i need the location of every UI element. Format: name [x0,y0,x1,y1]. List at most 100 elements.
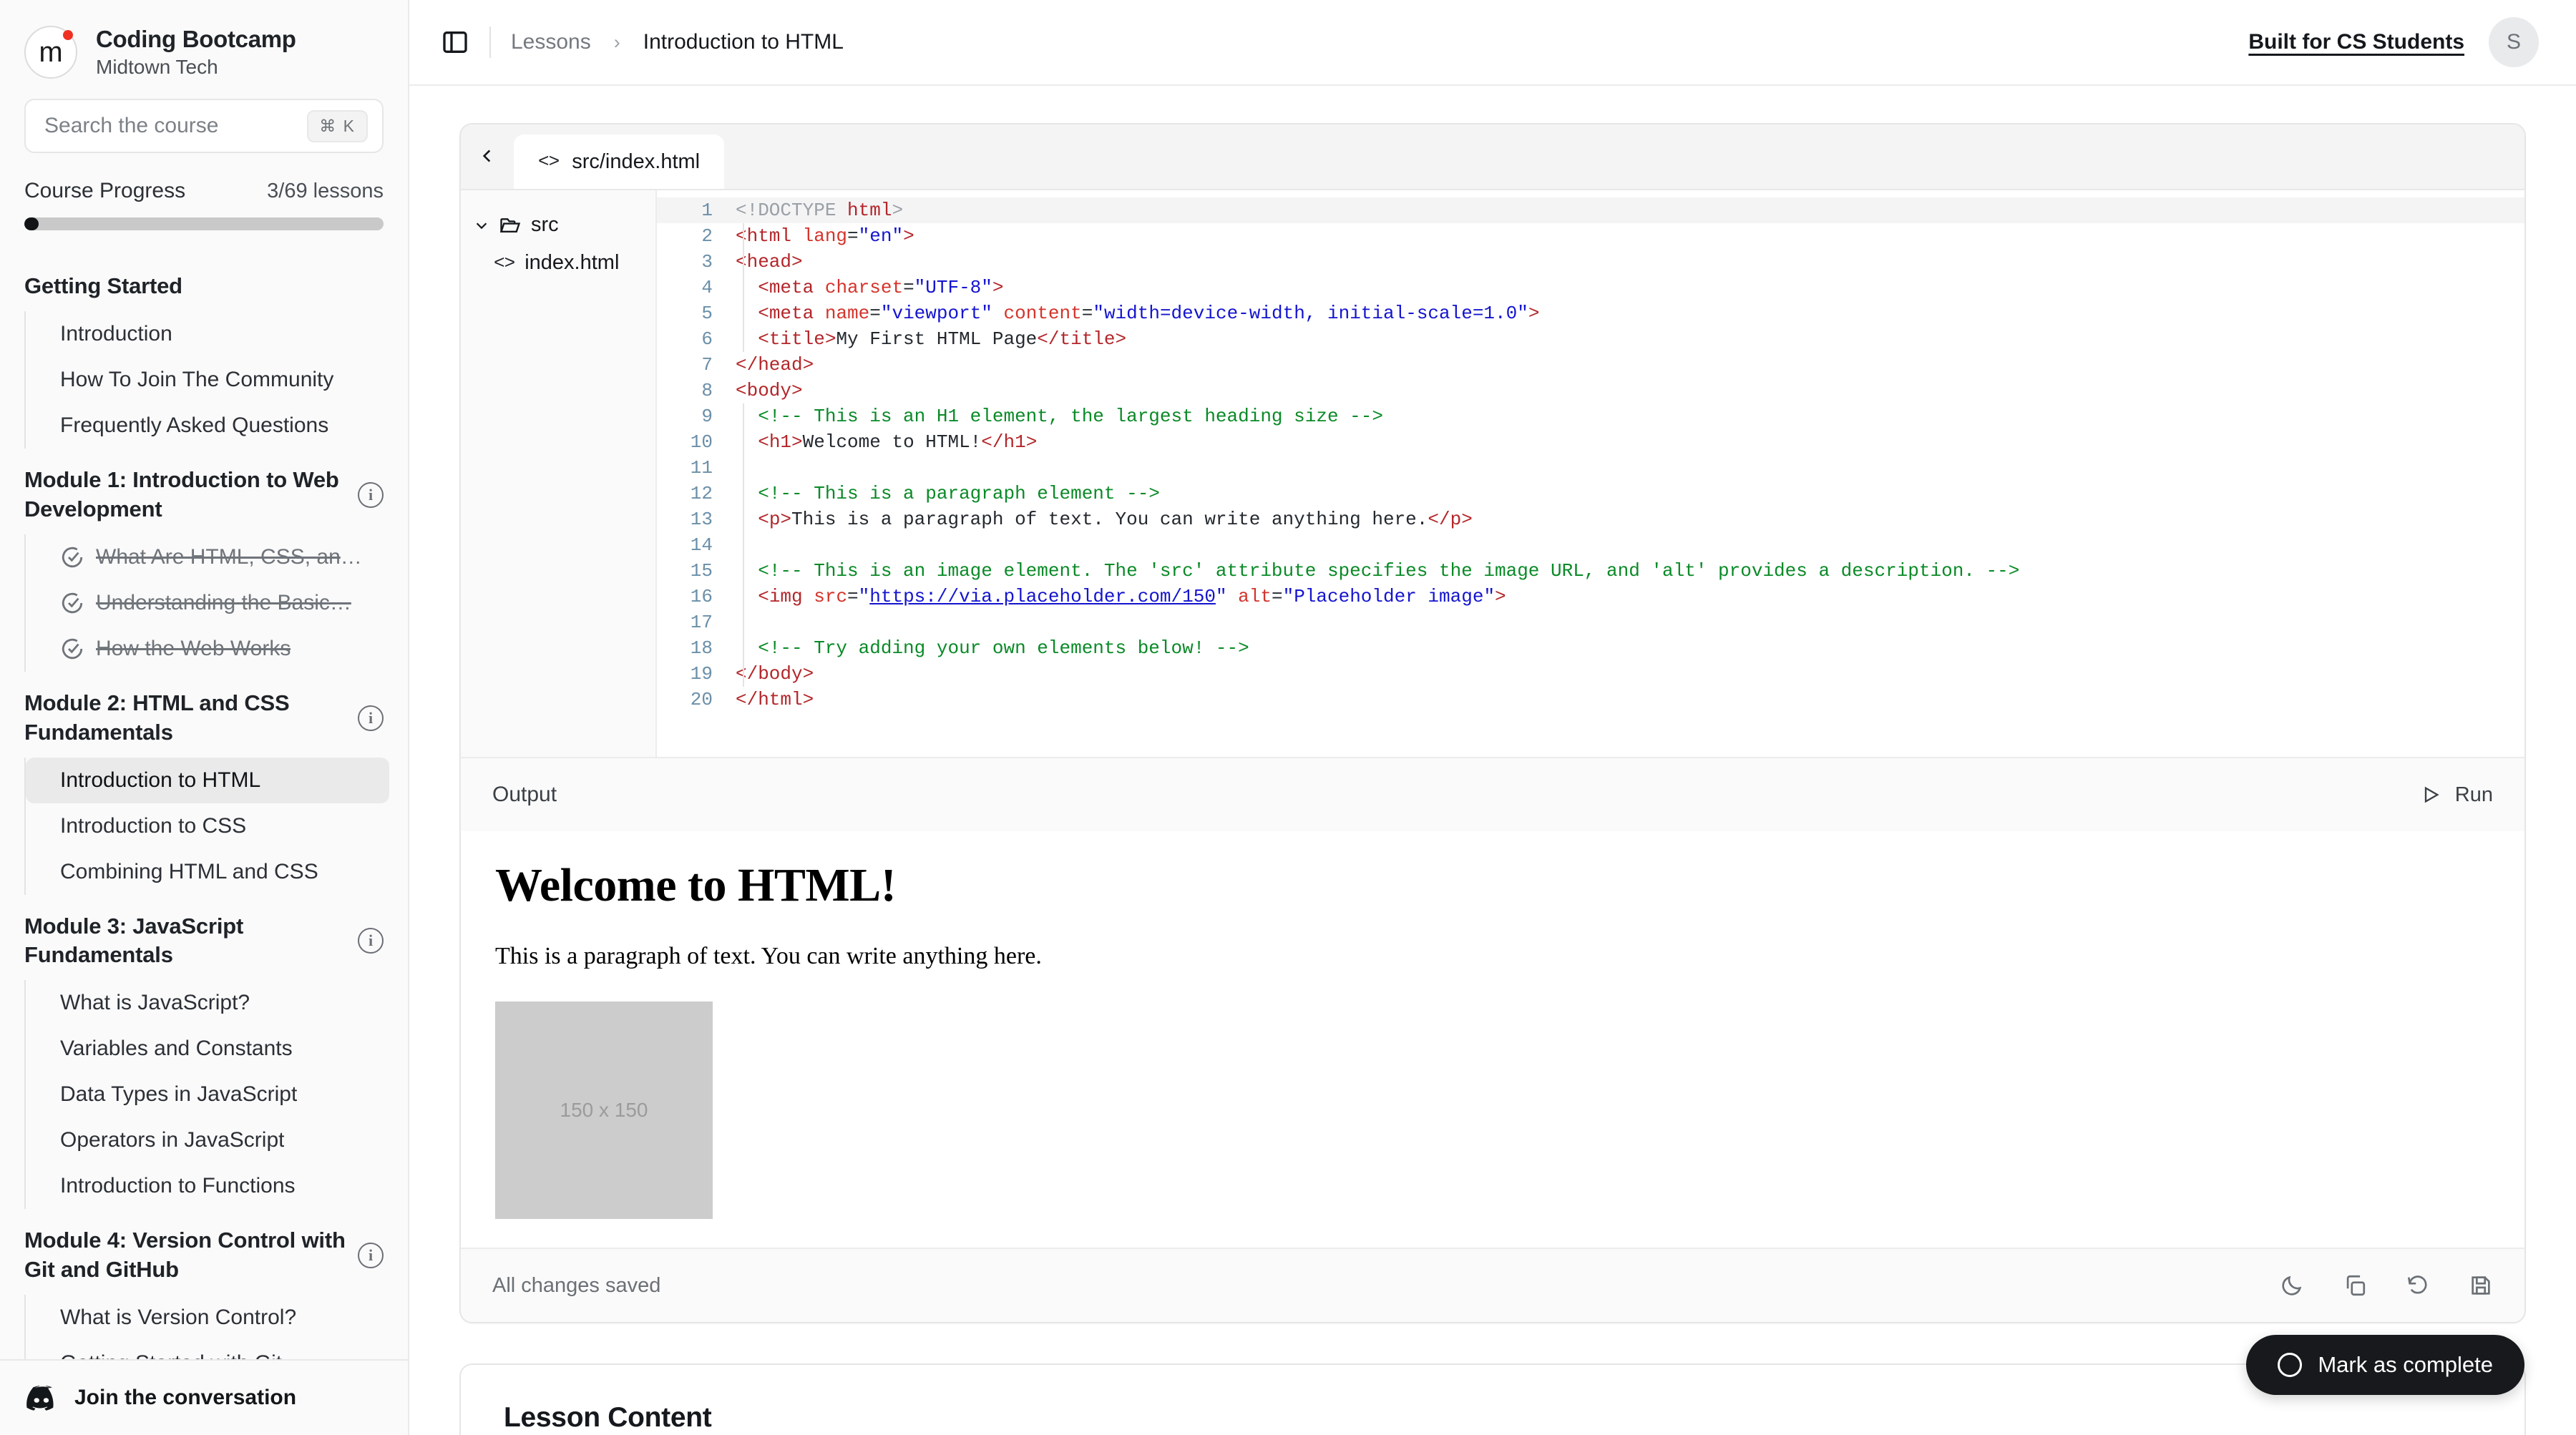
breadcrumb-separator: › [613,31,620,53]
line-number: 16 [690,586,713,607]
code-line: 9 <!-- This is an H1 element, the larges… [657,403,2524,429]
brand-title: Coding Bootcamp [96,26,296,52]
sidebar-item-label: What is Version Control? [60,1306,297,1330]
play-icon [2424,786,2439,803]
code-line-content: <img src="https://via.placeholder.com/15… [758,586,1506,607]
editor-back-button[interactable] [461,124,514,189]
sidebar-item-label: Operators in JavaScript [60,1128,285,1152]
file-tree: src <> index.html [461,190,657,757]
nav-section-header[interactable]: Module 2: HTML and CSS Fundamentals i [0,689,408,748]
sidebar-item-label: How To Join The Community [60,367,334,391]
info-icon[interactable]: i [358,481,384,508]
preview-paragraph: This is a paragraph of text. You can wri… [495,943,1042,969]
mark-as-complete-label: Mark as complete [2318,1352,2493,1377]
search-input[interactable]: Search the course ⌘ K [24,99,384,153]
join-conversation-button[interactable]: Join the conversation [0,1359,408,1435]
sidebar-item-label: Data Types in JavaScript [60,1082,298,1107]
sidebar-item-label: How the Web Works [96,636,291,660]
info-icon[interactable]: i [358,1243,384,1269]
sidebar-item-lesson[interactable]: Understanding the Basic… [26,580,389,626]
sidebar-item-lesson[interactable]: How To Join The Community [26,357,389,403]
sidebar-item-lesson[interactable]: What Are HTML, CSS, and… [26,534,389,580]
sidebar-item-label: Variables and Constants [60,1037,293,1061]
nav-lesson-group: What is JavaScript? Variables and Constan… [24,980,408,1210]
course-navigation: Getting Started Introduction How To Join T… [0,230,408,1435]
copy-icon[interactable] [2343,1273,2367,1298]
sidebar-item-lesson[interactable]: Data Types in JavaScript [26,1072,389,1117]
sidebar-item-lesson[interactable]: What is Version Control? [26,1295,389,1341]
nav-section-header[interactable]: Getting Started [0,272,408,301]
line-number: 8 [701,380,713,401]
code-line: 4 <meta charset="UTF-8"> [657,275,2524,300]
line-number: 15 [690,560,713,582]
sidebar-item-label: Introduction to HTML [60,768,261,792]
code-line-content: <h1>Welcome to HTML!</h1> [758,431,1038,453]
sidebar-item-lesson[interactable]: Combining HTML and CSS [26,849,389,895]
code-line: 19 </body> [657,661,2524,687]
chevron-left-icon [482,150,491,162]
moon-icon[interactable] [2280,1273,2304,1298]
sidebar-item-lesson[interactable]: What is JavaScript? [26,980,389,1026]
sidebar-item-label: Understanding the Basic… [96,590,351,614]
info-icon[interactable]: i [358,705,384,731]
main-area: Lessons › Introduction to HTML Built for… [409,0,2576,1435]
brand-header[interactable]: m Coding Bootcamp Midtown Tech [0,0,408,94]
sidebar-item-lesson[interactable]: Introduction to HTML [26,757,389,803]
brand-subtitle: Midtown Tech [96,56,218,78]
code-text-area[interactable]: 1 <!DOCTYPE html> 2 <html lang="en"> 3 <head>… [657,190,2524,757]
sidebar-item-label: Introduction to CSS [60,813,247,838]
check-circle-icon [62,592,83,613]
sidebar-item-lesson[interactable]: Frequently Asked Questions [26,403,389,449]
code-line: 1 <!DOCTYPE html> [657,197,2524,223]
run-button[interactable]: Run [2421,783,2493,807]
sidebar-item-lesson[interactable]: Operators in JavaScript [26,1117,389,1163]
nav-section-title: Getting Started [24,273,182,298]
sidebar-item-lesson[interactable]: Variables and Constants [26,1026,389,1072]
sidebar-item-lesson[interactable]: Introduction [26,311,389,357]
code-line-content: <title>My First HTML Page</title> [758,328,1127,350]
sidebar-item-lesson[interactable]: Introduction to CSS [26,803,389,849]
breadcrumb-root[interactable]: Lessons [511,30,591,54]
progress-bar [24,217,384,230]
nav-section-title: Module 1: Introduction to Web Developmen… [24,466,339,521]
nav-lesson-group: Introduction How To Join The Community Fre… [24,310,408,449]
nav-section-header[interactable]: Module 4: Version Control with Git and G… [0,1226,408,1285]
mark-as-complete-button[interactable]: Mark as complete [2246,1335,2524,1395]
tab-label: src/index.html [572,150,701,173]
sidebar-item-label: What is JavaScript? [60,991,250,1015]
nav-section-header[interactable]: Module 3: JavaScript Fundamentals i [0,912,408,971]
code-line-content: </body> [736,663,814,685]
tab-src-index-html[interactable]: <> src/index.html [514,134,725,189]
file-tree-file-index-html[interactable]: <> index.html [461,244,655,282]
line-number: 17 [690,612,713,633]
code-line: 16 <img src="https://via.placeholder.com… [657,584,2524,609]
reset-icon[interactable] [2406,1273,2430,1298]
app-root: m Coding Bootcamp Midtown Tech Search th… [0,0,2576,1435]
panel-toggle-icon[interactable] [441,28,469,57]
line-number: 1 [701,200,713,221]
code-line-content: <p>This is a paragraph of text. You can … [758,509,1473,530]
code-line-content: <meta name="viewport" content="width=dev… [758,303,1540,324]
search-shortcut-badge: ⌘ K [307,109,368,142]
line-number: 4 [701,277,713,298]
sidebar-item-lesson[interactable]: How the Web Works [26,626,389,672]
file-tree-folder-src[interactable]: src [461,206,655,244]
output-bar: Output Run [461,757,2524,831]
nav-section-header[interactable]: Module 1: Introduction to Web Developmen… [0,466,408,524]
built-for-cs-students-link[interactable]: Built for CS Students [2248,30,2464,54]
notification-dot-icon [63,30,73,40]
folder-icon [499,217,521,232]
editor-status-bar: All changes saved [461,1248,2524,1322]
sidebar-item-lesson[interactable]: Introduction to Functions [26,1163,389,1209]
info-icon[interactable]: i [358,928,384,954]
code-icon: <> [538,151,560,172]
sidebar: m Coding Bootcamp Midtown Tech Search th… [0,0,409,1435]
nav-lesson-group: Introduction to HTML Introduction to CSS C… [24,757,408,895]
avatar[interactable]: S [2489,17,2539,67]
code-line: 5 <meta name="viewport" content="width=d… [657,300,2524,326]
nav-section-title: Module 3: JavaScript Fundamentals [24,913,244,968]
lesson-content-card: Lesson Content Read through the lesson c… [459,1363,2526,1435]
save-icon[interactable] [2469,1273,2493,1298]
code-line-content: <meta charset="UTF-8"> [758,277,1004,298]
code-line: 15 <!-- This is an image element. The 's… [657,558,2524,584]
